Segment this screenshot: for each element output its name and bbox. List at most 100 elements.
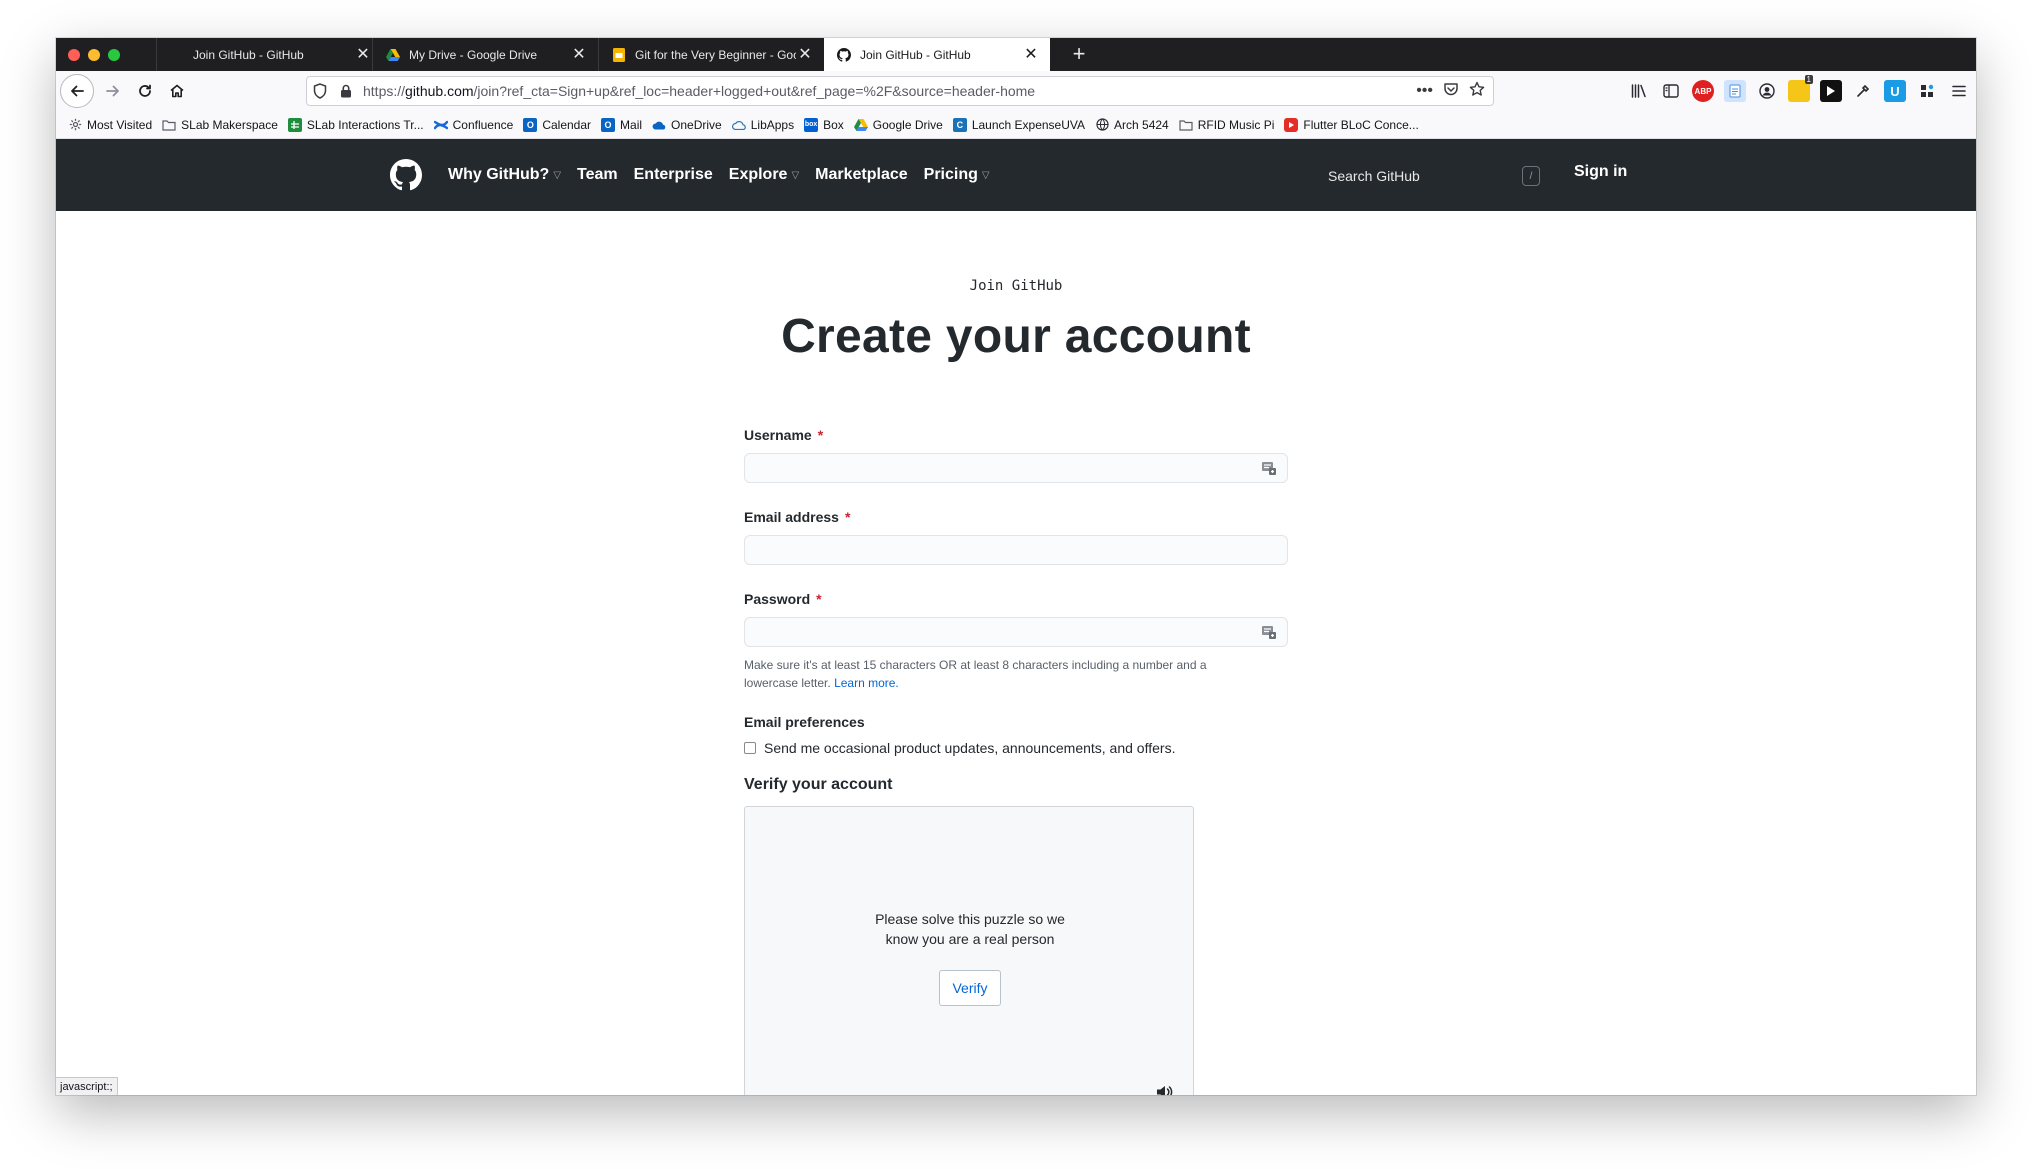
play-extension-icon[interactable] <box>1820 80 1842 102</box>
bookmark-star-icon[interactable] <box>1469 81 1485 102</box>
nav-team[interactable]: Team <box>577 166 618 184</box>
bookmark-item[interactable]: Most Visited <box>68 118 152 132</box>
bookmark-label: Most Visited <box>87 117 153 132</box>
bookmark-item[interactable]: Flutter BLoC Conce... <box>1284 117 1419 132</box>
google-sheets-icon <box>287 117 302 132</box>
reload-button[interactable] <box>130 76 160 106</box>
forward-button[interactable] <box>98 76 128 106</box>
password-manager-icon[interactable] <box>1261 460 1277 476</box>
notes-extension-icon[interactable]: 1 <box>1788 75 1813 102</box>
verify-button[interactable]: Verify <box>939 970 1001 1006</box>
libapps-icon <box>731 118 746 132</box>
back-button[interactable] <box>60 74 94 108</box>
lock-icon[interactable] <box>333 77 359 105</box>
close-tab-icon[interactable]: ✕ <box>1022 46 1040 64</box>
chevron-down-icon: ▽ <box>791 169 800 181</box>
captcha-panel: Please solve this puzzle so we know you … <box>744 806 1194 1095</box>
bookmark-label: Google Drive <box>872 117 943 132</box>
bookmark-item[interactable]: Arch 5424 <box>1095 118 1169 132</box>
bookmark-item[interactable]: RFID Music Pi <box>1179 117 1275 132</box>
bookmark-item[interactable]: SLab Makerspace <box>162 118 278 132</box>
hamburger-menu-icon[interactable] <box>1948 80 1970 102</box>
audio-challenge-icon[interactable] <box>1155 1083 1173 1095</box>
google-slides-icon <box>611 47 627 63</box>
adblock-icon[interactable]: ABP <box>1692 80 1714 102</box>
search-shortcut-key: / <box>1522 166 1540 186</box>
nav-enterprise[interactable]: Enterprise <box>634 166 713 184</box>
email-field[interactable] <box>744 535 1288 565</box>
github-logo-icon[interactable] <box>390 159 422 191</box>
bookmarks-toolbar: Most Visited SLab Makerspace SLab Interact… <box>56 111 1976 139</box>
github-header: Why GitHub? ▽ Team Enterprise Explore ▽ Ma… <box>56 139 1976 211</box>
reload-icon <box>139 84 151 97</box>
extensions-puzzle-icon[interactable] <box>1916 80 1938 102</box>
u-extension-icon[interactable]: U <box>1884 80 1906 102</box>
close-tab-icon[interactable]: ✕ <box>354 46 372 64</box>
chevron-down-icon: ▽ <box>981 169 990 181</box>
signup-page: Join GitHub Create your account Username… <box>56 211 1976 1095</box>
sign-in-link[interactable]: Sign in <box>1574 163 1627 181</box>
nav-toolbar: https://github.com/join?ref_cta=Sign+up&… <box>56 71 1976 111</box>
github-search-input[interactable]: Search GitHub / <box>1318 161 1548 191</box>
username-label: Username * <box>744 427 824 443</box>
email-label: Email address * <box>744 509 851 525</box>
tab-git-beginner[interactable]: Git for the Very Beginner - Goo ✕ <box>598 38 824 71</box>
tab-title: My Drive - Google Drive <box>409 47 538 62</box>
library-icon[interactable] <box>1628 80 1650 102</box>
password-manager-icon[interactable] <box>1261 624 1277 640</box>
bookmark-item[interactable]: O Mail <box>601 117 642 132</box>
email-preferences-option[interactable]: Send me occasional product updates, anno… <box>744 740 1290 756</box>
account-icon[interactable] <box>1756 80 1778 102</box>
tracking-shield-icon[interactable] <box>307 77 333 105</box>
box-icon: box <box>804 117 819 132</box>
toolbar-extensions: ABP 1 U <box>1628 75 1970 106</box>
learn-more-link[interactable]: Learn more. <box>834 676 899 690</box>
bookmark-item[interactable]: O Calendar <box>523 117 591 132</box>
page-actions-icon[interactable]: ••• <box>1416 82 1433 100</box>
close-tab-icon[interactable]: ✕ <box>570 46 588 64</box>
tab-google-drive[interactable]: My Drive - Google Drive ✕ <box>372 38 598 71</box>
bookmark-item[interactable]: Confluence <box>433 117 514 132</box>
join-eyebrow: Join GitHub <box>969 278 1063 294</box>
bookmark-label: Arch 5424 <box>1114 117 1169 132</box>
bookmark-item[interactable]: box Box <box>804 117 844 132</box>
home-button[interactable] <box>162 76 192 106</box>
tab-title: Join GitHub - GitHub <box>860 47 971 62</box>
captcha-instructions: Please solve this puzzle so we know you … <box>875 911 1065 947</box>
bookmark-label: Confluence <box>452 117 514 132</box>
close-tab-icon[interactable]: ✕ <box>796 46 814 64</box>
password-field[interactable] <box>744 617 1288 647</box>
eyedropper-icon[interactable] <box>1852 80 1874 102</box>
required-marker: * <box>816 591 822 607</box>
email-preferences-checkbox[interactable] <box>744 742 756 754</box>
window-minimize-button[interactable] <box>88 49 100 61</box>
verify-account-title: Verify your account <box>744 776 893 793</box>
nav-marketplace[interactable]: Marketplace <box>815 166 908 184</box>
window-maximize-button[interactable] <box>108 49 120 61</box>
new-tab-button[interactable]: + <box>1066 42 1092 68</box>
nav-pricing[interactable]: Pricing ▽ <box>924 166 990 184</box>
bookmark-item[interactable]: OneDrive <box>652 118 722 132</box>
bookmark-item[interactable]: Google Drive <box>853 117 943 132</box>
sidebar-icon[interactable] <box>1660 80 1682 102</box>
email-preferences-title: Email preferences <box>744 714 865 730</box>
tab-join-github-active[interactable]: Join GitHub - GitHub ✕ <box>824 38 1050 71</box>
username-field[interactable] <box>744 453 1288 483</box>
pocket-icon[interactable] <box>1443 81 1459 102</box>
arrow-left-icon <box>71 85 84 97</box>
bookmark-item[interactable]: SLab Interactions Tr... <box>287 117 424 132</box>
bookmark-label: RFID Music Pi <box>1197 117 1275 132</box>
outlook-calendar-icon: O <box>523 117 538 132</box>
bookmark-item[interactable]: C Launch ExpenseUVA <box>952 117 1085 132</box>
bookmark-item[interactable]: LibApps <box>731 118 794 132</box>
tab-join-github[interactable]: Join GitHub - GitHub ✕ <box>156 38 382 71</box>
nav-explore[interactable]: Explore ▽ <box>729 166 799 184</box>
required-marker: * <box>817 427 824 443</box>
email-preferences-label[interactable]: Send me occasional product updates, anno… <box>764 740 1175 756</box>
nav-why-github[interactable]: Why GitHub? ▽ <box>448 166 561 184</box>
window-close-button[interactable] <box>68 49 80 61</box>
status-bar: javascript:; <box>56 1077 118 1095</box>
url-text[interactable]: https://github.com/join?ref_cta=Sign+up&… <box>359 83 1416 99</box>
document-extension-icon[interactable] <box>1724 80 1746 102</box>
address-bar[interactable]: https://github.com/join?ref_cta=Sign+up&… <box>306 76 1494 106</box>
